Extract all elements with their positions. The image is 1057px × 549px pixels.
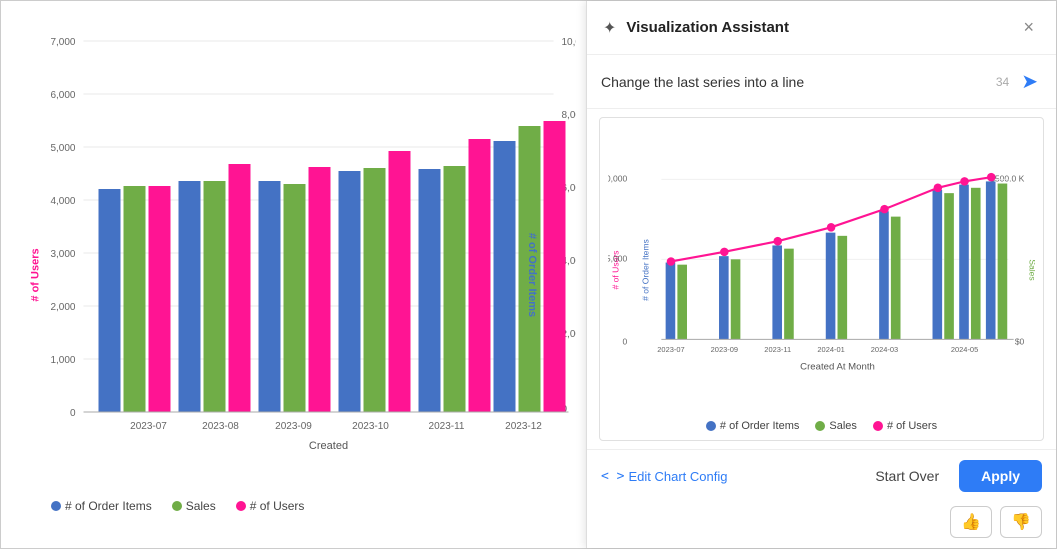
start-over-button[interactable]: Start Over [865, 462, 949, 490]
main-chart-legend: # of Order Items Sales # of Users [51, 499, 304, 513]
edit-icon: < > [601, 469, 624, 484]
legend-label-order-items: # of Order Items [65, 499, 152, 513]
svg-text:3,000: 3,000 [50, 249, 75, 260]
preview-legend-order-items: # of Order Items [706, 420, 799, 432]
panel-title: Visualization Assistant [626, 19, 1007, 36]
preview-legend-label-users: # of Users [887, 420, 937, 432]
visualization-assistant-panel: ✦ Visualization Assistant × 34 ➤ # of Us… [586, 1, 1056, 548]
svg-text:Created At Month: Created At Month [800, 361, 875, 372]
main-chart-svg: 7,000 6,000 5,000 4,000 3,000 2,000 1,00… [11, 21, 576, 451]
svg-text:1,000: 1,000 [50, 355, 75, 366]
preview-legend-dot-order-items [706, 421, 716, 431]
y-right-axis-label: # of Order Items [526, 232, 538, 316]
svg-text:0: 0 [70, 408, 76, 419]
thumbs-up-button[interactable]: 👍 [950, 506, 992, 538]
svg-text:7,000: 7,000 [50, 37, 75, 48]
svg-text:8,000: 8,000 [562, 110, 577, 121]
preview-legend-label-order-items: # of Order Items [720, 420, 799, 432]
legend-order-items: # of Order Items [51, 499, 152, 513]
send-button[interactable]: ➤ [1017, 67, 1042, 96]
edit-chart-config-button[interactable]: < > Edit Chart Config [601, 469, 727, 484]
svg-text:6,000: 6,000 [50, 90, 75, 101]
preview-section: # of Users # of Order Items Sales $500.0… [587, 109, 1056, 449]
preview-legend-users: # of Users [873, 420, 937, 432]
svg-text:# of Order Items: # of Order Items [641, 239, 651, 301]
svg-text:$0: $0 [1015, 337, 1025, 347]
preview-chart-box: # of Users # of Order Items Sales $500.0… [599, 117, 1044, 441]
preview-legend-sales: Sales [815, 420, 857, 432]
legend-label-sales: Sales [186, 499, 216, 513]
query-input[interactable] [601, 74, 988, 90]
preview-legend-dot-users [873, 421, 883, 431]
y-left-axis-label: # of Users [30, 248, 42, 301]
svg-text:2023-12: 2023-12 [505, 421, 542, 432]
preview-legend: # of Order Items Sales # of Users [608, 414, 1035, 432]
legend-users: # of Users [236, 499, 305, 513]
svg-text:10,000: 10,000 [608, 173, 627, 183]
legend-dot-users [236, 501, 246, 511]
svg-text:Sales: Sales [1028, 259, 1035, 280]
svg-text:2023-08: 2023-08 [202, 421, 239, 432]
panel-footer: < > Edit Chart Config Start Over Apply [587, 449, 1056, 502]
preview-chart-svg-wrap: # of Users # of Order Items Sales $500.0… [608, 126, 1035, 414]
legend-label-users: # of Users [250, 499, 305, 513]
svg-text:4,000: 4,000 [50, 196, 75, 207]
legend-dot-order-items [51, 501, 61, 511]
thumbs-down-button[interactable]: 👎 [1000, 506, 1042, 538]
preview-legend-label-sales: Sales [829, 420, 857, 432]
svg-text:5,000: 5,000 [608, 253, 627, 263]
svg-text:10,000: 10,000 [562, 37, 577, 48]
preview-chart-svg: # of Users # of Order Items Sales $500.0… [608, 126, 1035, 414]
svg-text:Created: Created [309, 440, 348, 451]
feedback-row: 👍 👎 [587, 502, 1056, 548]
panel-header: ✦ Visualization Assistant × [587, 1, 1056, 55]
preview-legend-dot-sales [815, 421, 825, 431]
main-container: # of Users # of Order Items 7,000 6,000 … [0, 0, 1057, 549]
svg-text:2023-11: 2023-11 [429, 421, 465, 432]
svg-text:2023-07: 2023-07 [657, 345, 684, 354]
svg-text:2024-03: 2024-03 [871, 345, 898, 354]
char-count: 34 [996, 75, 1009, 89]
panel-close-button[interactable]: × [1017, 15, 1040, 40]
legend-dot-sales [172, 501, 182, 511]
svg-text:2024-01: 2024-01 [817, 345, 844, 354]
edit-chart-config-label: Edit Chart Config [628, 469, 727, 484]
svg-text:0: 0 [622, 337, 627, 347]
svg-text:2023-07: 2023-07 [130, 421, 167, 432]
legend-sales: Sales [172, 499, 216, 513]
svg-text:5,000: 5,000 [50, 143, 75, 154]
svg-text:2023-10: 2023-10 [352, 421, 389, 432]
svg-text:2023-11: 2023-11 [764, 345, 791, 354]
svg-text:2024-05: 2024-05 [951, 345, 978, 354]
visualization-icon: ✦ [603, 18, 616, 38]
main-chart-area: # of Users # of Order Items 7,000 6,000 … [1, 1, 586, 548]
svg-text:2023-09: 2023-09 [275, 421, 312, 432]
query-section: 34 ➤ [587, 55, 1056, 109]
svg-text:2023-09: 2023-09 [711, 345, 738, 354]
apply-button[interactable]: Apply [959, 460, 1042, 492]
svg-text:2,000: 2,000 [50, 302, 75, 313]
